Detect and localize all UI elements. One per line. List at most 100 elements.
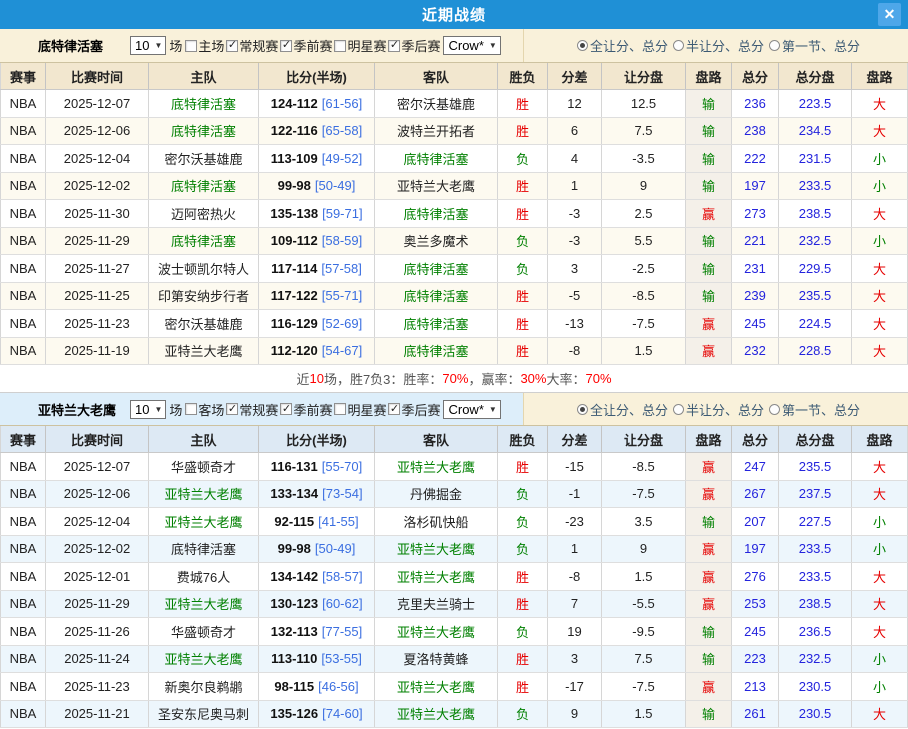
half-score: [57-58] — [321, 261, 361, 276]
handicap-line-cell: -7.5 — [602, 481, 686, 508]
total-line-cell: 229.5 — [779, 255, 852, 282]
table-row: NBA2025-12-06底特律活塞122-116[65-58]波特兰开拓者胜6… — [0, 118, 908, 146]
filter-checkbox[interactable]: 主场 — [183, 36, 224, 55]
home-team-cell: 密尔沃基雄鹿 — [149, 310, 259, 337]
table-row: NBA2025-12-06亚特兰大老鹰133-134[73-54]丹佛掘金负-1… — [0, 481, 908, 509]
away-team-cell: 底特律活塞 — [375, 310, 498, 337]
scope-radio[interactable]: 半让分、总分 — [673, 36, 764, 55]
result-cell: 负 — [498, 145, 548, 172]
half-score: [50-49] — [315, 541, 355, 556]
over-under-cell: 大 — [852, 453, 908, 480]
home-team-cell: 亚特兰大老鹰 — [149, 338, 259, 365]
checkbox-label: 常规赛 — [239, 400, 278, 419]
league-cell: NBA — [0, 646, 46, 673]
result-cell: 负 — [498, 228, 548, 255]
handicap-result-cell: 输 — [686, 145, 732, 172]
score-cell: 117-114[57-58] — [259, 255, 375, 282]
half-score: [49-52] — [322, 151, 362, 166]
point-diff-cell: -3 — [548, 200, 602, 227]
table-row: NBA2025-11-27波士顿凯尔特人117-114[57-58]底特律活塞负… — [0, 255, 908, 283]
home-team-cell: 密尔沃基雄鹿 — [149, 145, 259, 172]
total-line-cell: 233.5 — [779, 563, 852, 590]
score-cell: 133-134[73-54] — [259, 481, 375, 508]
games-count-select[interactable]: 10 ▼ — [130, 400, 166, 419]
handicap-result-cell: 赢 — [686, 673, 732, 700]
games-count-suffix: 场 — [169, 400, 182, 419]
games-count-select[interactable]: 10 ▼ — [130, 36, 166, 55]
odds-company-select[interactable]: Crow* ▼ — [443, 400, 500, 419]
scope-radio[interactable]: 半让分、总分 — [673, 400, 764, 419]
total-line-cell: 227.5 — [779, 508, 852, 535]
filter-checkbox[interactable]: ✓季后赛 — [386, 400, 440, 419]
date-cell: 2025-11-29 — [46, 591, 149, 618]
total-points-cell: 276 — [732, 563, 779, 590]
odds-company-select[interactable]: Crow* ▼ — [443, 36, 500, 55]
filter-checkbox[interactable]: 明星赛 — [332, 400, 386, 419]
point-diff-cell: 7 — [548, 591, 602, 618]
half-score: [61-56] — [322, 96, 362, 111]
total-line-cell: 233.5 — [779, 536, 852, 563]
score-cell: 130-123[60-62] — [259, 591, 375, 618]
total-line-cell: 228.5 — [779, 338, 852, 365]
point-diff-cell: 6 — [548, 118, 602, 145]
scope-radio[interactable]: 全让分、总分 — [577, 36, 668, 55]
half-score: [74-60] — [322, 706, 362, 721]
league-cell: NBA — [0, 283, 46, 310]
point-diff-cell: 3 — [548, 255, 602, 282]
col-header-over-under: 盘路 — [852, 426, 908, 452]
handicap-line-cell: -7.5 — [602, 310, 686, 337]
scope-radio[interactable]: 第一节、总分 — [769, 36, 860, 55]
away-team-cell: 亚特兰大老鹰 — [375, 173, 498, 200]
half-score: [77-55] — [322, 624, 362, 639]
total-line-cell: 235.5 — [779, 283, 852, 310]
final-score: 135-126 — [270, 706, 318, 721]
date-cell: 2025-12-06 — [46, 481, 149, 508]
over-under-cell: 大 — [852, 200, 908, 227]
scope-radio[interactable]: 第一节、总分 — [769, 400, 860, 419]
point-diff-cell: 12 — [548, 90, 602, 117]
filter-checkbox[interactable]: ✓季后赛 — [386, 36, 440, 55]
handicap-line-cell: 1.5 — [602, 563, 686, 590]
col-header-date: 比赛时间 — [46, 426, 149, 452]
date-cell: 2025-11-24 — [46, 646, 149, 673]
date-cell: 2025-12-07 — [46, 453, 149, 480]
close-button[interactable]: ✕ — [878, 3, 901, 26]
league-cell: NBA — [0, 200, 46, 227]
half-score: [46-56] — [318, 679, 358, 694]
final-score: 113-110 — [271, 651, 317, 666]
dialog-title-bar: 近期战绩 ✕ — [0, 0, 908, 29]
filter-checkbox[interactable]: 明星赛 — [332, 36, 386, 55]
result-cell: 胜 — [498, 591, 548, 618]
over-under-cell: 大 — [852, 90, 908, 117]
filter-checkbox[interactable]: 客场 — [183, 400, 224, 419]
over-under-cell: 大 — [852, 310, 908, 337]
filter-checkbox[interactable]: ✓常规赛 — [224, 36, 278, 55]
scope-radio[interactable]: 全让分、总分 — [577, 400, 668, 419]
away-team-cell: 丹佛掘金 — [375, 481, 498, 508]
home-team-cell: 底特律活塞 — [149, 173, 259, 200]
score-cell: 116-131[55-70] — [259, 453, 375, 480]
filter-checkbox[interactable]: ✓常规赛 — [224, 400, 278, 419]
point-diff-cell: -23 — [548, 508, 602, 535]
result-cell: 负 — [498, 618, 548, 645]
score-cell: 112-120[54-67] — [259, 338, 375, 365]
total-points-cell: 236 — [732, 90, 779, 117]
handicap-result-cell: 输 — [686, 90, 732, 117]
col-header-home: 主队 — [149, 63, 259, 89]
dialog-title: 近期战绩 — [422, 4, 486, 25]
handicap-result-cell: 赢 — [686, 310, 732, 337]
filter-checkbox[interactable]: ✓季前赛 — [278, 400, 332, 419]
total-points-cell: 273 — [732, 200, 779, 227]
half-score: [50-49] — [315, 178, 355, 193]
handicap-result-cell: 赢 — [686, 563, 732, 590]
total-line-cell: 230.5 — [779, 701, 852, 728]
handicap-line-cell: 1.5 — [602, 701, 686, 728]
filter-checkbox[interactable]: ✓季前赛 — [278, 36, 332, 55]
away-team-cell: 亚特兰大老鹰 — [375, 673, 498, 700]
radio-label: 第一节、总分 — [782, 36, 860, 55]
handicap-result-cell: 输 — [686, 646, 732, 673]
score-cell: 134-142[58-57] — [259, 563, 375, 590]
chevron-down-icon: ▼ — [489, 405, 497, 414]
table-row: NBA2025-12-01费城76人134-142[58-57]亚特兰大老鹰胜-… — [0, 563, 908, 591]
total-points-cell: 261 — [732, 701, 779, 728]
